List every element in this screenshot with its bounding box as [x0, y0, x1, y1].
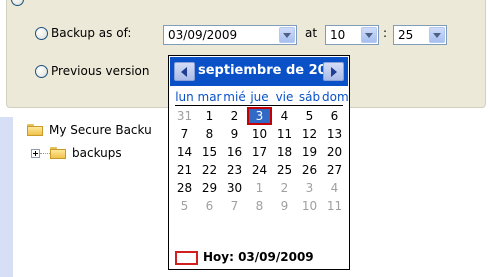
calendar-day[interactable]: 2: [272, 179, 297, 197]
tree-item-label: backups: [72, 146, 122, 160]
hour-value: 10: [330, 28, 346, 42]
calendar-day[interactable]: 5: [172, 197, 197, 215]
calendar-day[interactable]: 5: [297, 107, 322, 125]
calendar-day[interactable]: 20: [322, 143, 347, 161]
hour-combo[interactable]: 10: [325, 25, 379, 45]
calendar-day[interactable]: 28: [172, 179, 197, 197]
chevron-down-icon[interactable]: [279, 27, 295, 43]
weekday-divider: [175, 105, 343, 106]
calendar-day[interactable]: 12: [297, 125, 322, 143]
calendar-day[interactable]: 27: [322, 161, 347, 179]
calendar-header: septiembre de 2009: [170, 57, 348, 86]
backup-date-value: 03/09/2009: [168, 28, 238, 42]
calendar-day[interactable]: 9: [222, 125, 247, 143]
calendar-day[interactable]: 22: [197, 161, 222, 179]
tree-sidebar-strip: [0, 117, 13, 277]
at-label: at: [305, 26, 318, 40]
weekday-label: mié: [223, 90, 246, 104]
calendar-day[interactable]: 4: [322, 179, 347, 197]
weekday-label: jue: [250, 90, 269, 104]
time-separator: :: [383, 26, 388, 40]
radio-previous-version[interactable]: [35, 65, 48, 78]
calendar-day[interactable]: 15: [197, 143, 222, 161]
folder-icon: [27, 124, 43, 136]
prev-month-button[interactable]: [174, 62, 195, 81]
calendar-day[interactable]: 7: [172, 125, 197, 143]
calendar-day[interactable]: 11: [272, 125, 297, 143]
today-marker[interactable]: [175, 251, 198, 265]
chevron-left-icon: [181, 67, 187, 77]
tree-connector: [40, 153, 50, 154]
calendar-day[interactable]: 21: [172, 161, 197, 179]
calendar-day[interactable]: 13: [322, 125, 347, 143]
calendar-day[interactable]: 30: [222, 179, 247, 197]
calendar-month-title[interactable]: septiembre de 2009: [198, 63, 345, 78]
calendar-day[interactable]: 7: [222, 197, 247, 215]
date-picker-calendar: septiembre de 2009 lun mar mié jue vie sáb dom…: [168, 55, 350, 270]
calendar-day[interactable]: 18: [272, 143, 297, 161]
calendar-day[interactable]: 23: [222, 161, 247, 179]
weekday-label: vie: [275, 90, 294, 104]
calendar-day[interactable]: 29: [197, 179, 222, 197]
calendar-day[interactable]: 4: [272, 107, 297, 125]
chevron-down-icon[interactable]: [361, 27, 377, 43]
calendar-day[interactable]: 17: [247, 143, 272, 161]
calendar-day[interactable]: 8: [247, 197, 272, 215]
backup-date-combo[interactable]: 03/09/2009: [163, 25, 297, 45]
calendar-day[interactable]: 2: [222, 107, 247, 125]
calendar-day[interactable]: 10: [297, 197, 322, 215]
previous-version-label: Previous version: [51, 64, 150, 78]
calendar-day[interactable]: 24: [247, 161, 272, 179]
weekday-label: lun: [175, 90, 194, 104]
calendar-day[interactable]: 9: [272, 197, 297, 215]
calendar-day[interactable]: 14: [172, 143, 197, 161]
expand-icon[interactable]: [31, 149, 40, 158]
chevron-right-icon: [331, 67, 337, 77]
calendar-day[interactable]: 3: [297, 179, 322, 197]
weekday-label: dom: [322, 90, 349, 104]
weekday-label: mar: [197, 90, 222, 104]
minute-value: 25: [398, 28, 414, 42]
tree-item-label: My Secure Backu: [49, 123, 152, 137]
next-month-button[interactable]: [323, 62, 344, 81]
calendar-day[interactable]: 6: [197, 197, 222, 215]
calendar-day[interactable]: 11: [322, 197, 347, 215]
calendar-day[interactable]: 8: [197, 125, 222, 143]
minute-combo[interactable]: 25: [393, 25, 447, 45]
backup-as-of-label: Backup as of:: [51, 26, 132, 40]
calendar-day[interactable]: 16: [222, 143, 247, 161]
calendar-day[interactable]: 1: [197, 107, 222, 125]
calendar-day[interactable]: 6: [322, 107, 347, 125]
weekday-header: lun mar mié jue vie sáb dom: [172, 90, 348, 105]
calendar-day[interactable]: 25: [272, 161, 297, 179]
calendar-day[interactable]: 10: [247, 125, 272, 143]
radio-backup-as-of[interactable]: [35, 27, 48, 40]
calendar-day-selected[interactable]: 3: [247, 107, 272, 125]
calendar-day[interactable]: 1: [247, 179, 272, 197]
calendar-day[interactable]: 19: [297, 143, 322, 161]
weekday-label: sáb: [298, 90, 321, 104]
radio-current-backup[interactable]: [11, 0, 24, 6]
folder-icon: [50, 147, 66, 159]
calendar-day[interactable]: 26: [297, 161, 322, 179]
today-label[interactable]: Hoy: 03/09/2009: [203, 250, 314, 264]
chevron-down-icon[interactable]: [429, 27, 445, 43]
calendar-day[interactable]: 31: [172, 107, 197, 125]
